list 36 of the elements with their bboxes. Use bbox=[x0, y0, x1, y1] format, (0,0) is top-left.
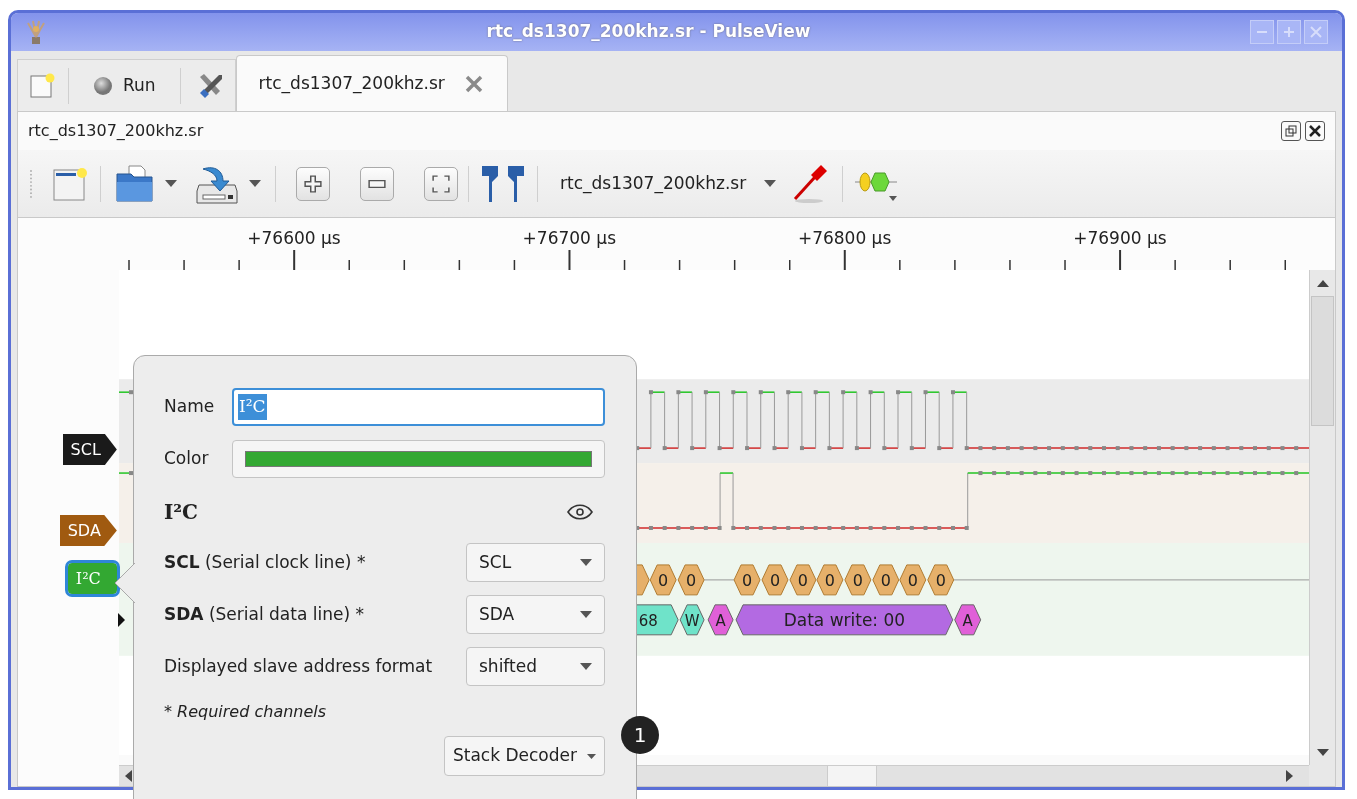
protocol-annotation: A bbox=[707, 604, 734, 636]
bit-annotation: 0 bbox=[789, 564, 817, 596]
protocol-annotation: W bbox=[679, 604, 705, 636]
option-dropdown[interactable]: shifted bbox=[466, 647, 605, 686]
document-tab[interactable]: rtc_ds1307_200khz.sr bbox=[235, 55, 508, 111]
bit-annotation: 0 bbox=[899, 564, 927, 596]
bit-annotation: 0 bbox=[844, 564, 872, 596]
window-title: rtc_ds1307_200khz.sr - PulseView bbox=[485, 20, 812, 44]
time-label: +76900 µs bbox=[1073, 227, 1167, 250]
time-label: +76800 µs bbox=[797, 227, 892, 250]
bit-annotation: 0 bbox=[872, 564, 900, 596]
bit-annotation: 0 bbox=[677, 564, 705, 596]
protocol-annotation: A bbox=[954, 604, 982, 636]
bit-annotation: 0 bbox=[816, 564, 844, 596]
channel-label[interactable]: SDA bbox=[59, 515, 117, 546]
option-label: SDA (Serial data line) * bbox=[164, 602, 364, 626]
bit-annotation: 0 bbox=[927, 564, 955, 596]
option-label: SCL (Serial clock line) * bbox=[164, 550, 366, 574]
bit-annotation: 0 bbox=[761, 564, 789, 596]
field-label: Name bbox=[164, 395, 216, 419]
protocol-annotation: Data write: 00 bbox=[735, 604, 954, 636]
device-dropdown[interactable]: rtc_ds1307_200khz.sr bbox=[548, 163, 789, 204]
session-title: rtc_ds1307_200khz.sr bbox=[28, 120, 204, 142]
decoder-title: I²C bbox=[164, 499, 199, 526]
bit-annotation: 0 bbox=[649, 564, 677, 596]
option-dropdown[interactable]: SCL bbox=[466, 543, 605, 582]
bit-annotation: 0 bbox=[733, 564, 761, 596]
option-label: Displayed slave address format bbox=[164, 654, 433, 678]
channel-label[interactable]: SCL bbox=[62, 434, 117, 465]
option-dropdown[interactable]: SDA bbox=[466, 595, 605, 634]
time-label: +76700 µs bbox=[522, 227, 616, 250]
stack-decoder-button[interactable]: Stack Decoder bbox=[444, 736, 605, 776]
tab-label: rtc_ds1307_200khz.sr bbox=[258, 71, 445, 96]
required-note: * Required channels bbox=[164, 701, 328, 723]
time-label: +76600 µs bbox=[247, 227, 341, 250]
field-label: Color bbox=[164, 447, 210, 471]
